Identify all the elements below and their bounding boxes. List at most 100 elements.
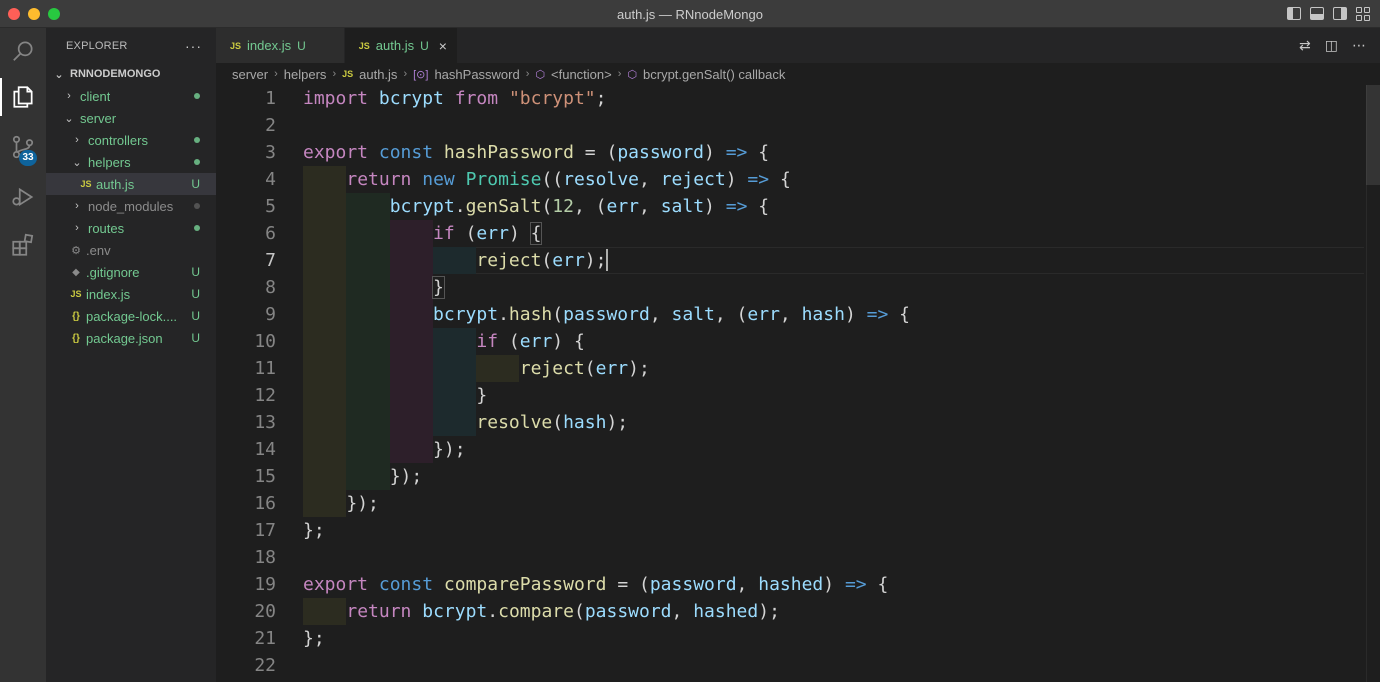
- extensions-icon[interactable]: [0, 222, 46, 268]
- tree-item-label: routes: [88, 220, 125, 236]
- editor-tabs: JS index.js U JS auth.js U × ⇄ ◫ ⋯: [216, 28, 1380, 63]
- toggle-primary-sidebar-icon[interactable]: [1287, 7, 1301, 20]
- breadcrumb-item[interactable]: <function>: [551, 67, 612, 82]
- code-line: 13 resolve(hash);: [216, 409, 1364, 436]
- line-number: 12: [254, 385, 276, 406]
- tree-item-label: controllers: [88, 132, 148, 148]
- toggle-panel-icon[interactable]: [1310, 7, 1324, 20]
- untracked-status: U: [191, 309, 200, 323]
- tab-status: U: [297, 38, 306, 53]
- tree-item-server[interactable]: ⌄ server: [46, 107, 216, 129]
- tree-item-label: node_modules: [88, 198, 174, 214]
- breadcrumb-item[interactable]: helpers: [284, 67, 327, 82]
- line-number: 10: [254, 331, 276, 352]
- line-number: 18: [254, 547, 276, 568]
- code-line: 4 return new Promise((resolve, reject) =…: [216, 166, 1364, 193]
- git-file-icon: ◆: [72, 266, 80, 278]
- breadcrumb-item[interactable]: hashPassword: [434, 67, 519, 82]
- javascript-file-icon: JS: [70, 289, 82, 299]
- tree-item-client[interactable]: › client: [46, 85, 216, 107]
- tree-item-helpers[interactable]: ⌄ helpers: [46, 151, 216, 173]
- line-number: 19: [254, 574, 276, 595]
- function-symbol-icon: ⬡: [535, 68, 546, 81]
- tree-item-label: auth.js: [96, 176, 135, 192]
- more-actions-icon[interactable]: ⋯: [1352, 37, 1366, 54]
- tree-item-label: .gitignore: [86, 264, 140, 280]
- tab-index-js[interactable]: JS index.js U: [216, 28, 345, 63]
- chevron-right-icon: ›: [67, 90, 71, 102]
- tab-auth-js[interactable]: JS auth.js U ×: [344, 28, 458, 63]
- tree-item-label: helpers: [88, 154, 131, 170]
- javascript-file-icon: JS: [80, 179, 92, 189]
- breadcrumb-item[interactable]: auth.js: [359, 67, 397, 82]
- open-changes-icon[interactable]: ⇄: [1299, 37, 1311, 54]
- search-icon[interactable]: [0, 28, 46, 74]
- line-number: 11: [254, 358, 276, 379]
- json-file-icon: {}: [72, 332, 80, 344]
- tree-item-label: .env: [86, 242, 111, 258]
- modified-dot-icon: [194, 159, 200, 165]
- workspace-root[interactable]: ⌄ RNNODEMONGO: [46, 63, 216, 85]
- tree-item-auth-js[interactable]: JS auth.js U: [46, 173, 216, 195]
- explorer-icon[interactable]: [0, 74, 46, 120]
- explorer-sidebar: EXPLORER ··· ⌄ RNNODEMONGO › client ⌄ se…: [46, 28, 216, 682]
- tree-item-controllers[interactable]: › controllers: [46, 129, 216, 151]
- code-line: 1 import bcrypt from "bcrypt";: [216, 85, 1364, 112]
- scrollbar-thumb[interactable]: [1366, 85, 1380, 185]
- tree-item-package-json[interactable]: {} package.json U: [46, 327, 216, 349]
- tree-item-index-js[interactable]: JS index.js U: [46, 283, 216, 305]
- run-debug-icon[interactable]: [0, 174, 46, 220]
- tree-item-env[interactable]: ⚙ .env: [46, 239, 216, 261]
- javascript-file-icon: JS: [358, 40, 370, 51]
- tree-item-gitignore[interactable]: ◆ .gitignore U: [46, 261, 216, 283]
- function-symbol-icon: ⬡: [627, 68, 638, 81]
- code-line: 11 reject(err);: [216, 355, 1364, 382]
- tree-item-node-modules[interactable]: › node_modules: [46, 195, 216, 217]
- code-line: 14 });: [216, 436, 1364, 463]
- modified-dot-icon: [194, 93, 200, 99]
- chevron-right-icon: ›: [525, 68, 530, 80]
- line-number: 5: [265, 196, 276, 217]
- json-file-icon: {}: [72, 310, 80, 322]
- source-control-icon[interactable]: 33: [0, 124, 46, 170]
- variable-symbol-icon: [⊙]: [413, 68, 429, 81]
- line-number: 8: [265, 277, 276, 298]
- breadcrumb-item[interactable]: bcrypt.genSalt() callback: [643, 67, 785, 82]
- gear-icon: ⚙: [71, 244, 81, 257]
- code-line: 20 return bcrypt.compare(password, hashe…: [216, 598, 1364, 625]
- title-bar: auth.js — RNnodeMongo: [0, 0, 1380, 28]
- customize-layout-icon[interactable]: [1356, 7, 1370, 21]
- line-number: 15: [254, 466, 276, 487]
- tab-label: auth.js: [375, 38, 415, 53]
- close-tab-icon[interactable]: ×: [439, 38, 447, 54]
- tab-status: U: [420, 38, 429, 53]
- tree-item-package-lock[interactable]: {} package-lock.... U: [46, 305, 216, 327]
- chevron-right-icon: ›: [75, 200, 79, 212]
- code-line: 9 bcrypt.hash(password, salt, (err, hash…: [216, 301, 1364, 328]
- workspace-name: RNNODEMONGO: [70, 68, 161, 80]
- line-number: 14: [254, 439, 276, 460]
- line-number: 9: [265, 304, 276, 325]
- split-editor-icon[interactable]: ◫: [1325, 37, 1338, 54]
- breadcrumb-item[interactable]: server: [232, 67, 268, 82]
- code-line: 18: [216, 544, 1364, 571]
- modified-dot-icon: [194, 137, 200, 143]
- line-number: 22: [254, 655, 276, 676]
- text-cursor: [606, 248, 609, 271]
- line-number: 1: [265, 88, 276, 109]
- chevron-right-icon: ›: [75, 134, 79, 146]
- tree-item-label: package-lock....: [86, 308, 178, 324]
- chevron-down-icon: ⌄: [72, 156, 82, 169]
- tab-label: index.js: [247, 38, 292, 53]
- code-line: 16 });: [216, 490, 1364, 517]
- more-actions-icon[interactable]: ···: [185, 38, 202, 54]
- untracked-status: U: [191, 331, 200, 345]
- toggle-secondary-sidebar-icon[interactable]: [1333, 7, 1347, 20]
- code-editor[interactable]: 1 import bcrypt from "bcrypt"; 2 3 expor…: [216, 85, 1380, 682]
- window-title: auth.js — RNnodeMongo: [617, 7, 763, 22]
- modified-dot-icon: [194, 225, 200, 231]
- chevron-right-icon: ›: [403, 68, 408, 80]
- chevron-right-icon: ›: [332, 68, 337, 80]
- javascript-file-icon: JS: [230, 40, 242, 51]
- tree-item-routes[interactable]: › routes: [46, 217, 216, 239]
